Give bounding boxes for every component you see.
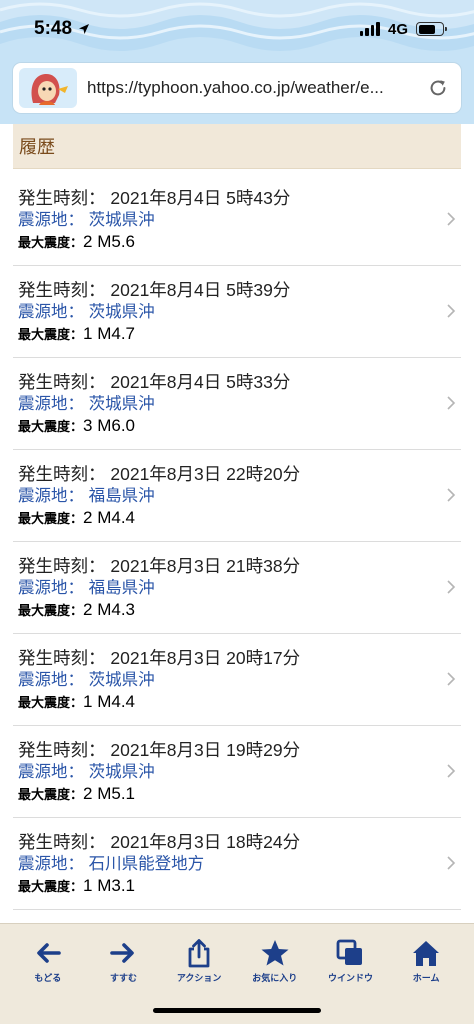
address-bar[interactable]: https://typhoon.yahoo.co.jp/weather/e... <box>13 63 461 113</box>
occurrence-time: 発生時刻： 2021年8月3日 21時38分 <box>18 556 301 576</box>
chevron-right-icon <box>447 764 456 778</box>
list-item[interactable]: 発生時刻： 2021年8月4日 5時39分 震源地： 茨城県沖 最大震度：1 M… <box>13 266 461 358</box>
back-arrow-icon <box>37 943 61 963</box>
status-indicators: 4G <box>359 20 447 38</box>
max-intensity: 最大震度：3 M6.0 <box>18 416 136 435</box>
signal-icon <box>359 22 380 36</box>
epicenter: 震源地： 石川県能登地方 <box>18 855 205 873</box>
epicenter: 震源地： 福島県沖 <box>18 579 155 597</box>
max-intensity: 最大震度：2 M4.4 <box>18 508 136 527</box>
toolbar-back-button[interactable]: もどる <box>13 938 83 984</box>
windows-icon <box>337 939 363 965</box>
list-item[interactable]: 発生時刻： 2021年8月3日 19時29分 震源地： 茨城県沖 最大震度：2 … <box>13 726 461 818</box>
toolbar-bookmarks-button[interactable]: お気に入り <box>240 938 310 984</box>
browser-header: 5:48 4G https://typhoon.yahoo.co.jp/weat… <box>0 0 474 124</box>
clock-text: 5:48 <box>34 18 73 39</box>
toolbar-home-button[interactable]: ホーム <box>391 938 461 984</box>
home-icon <box>413 941 440 966</box>
epicenter: 震源地： 茨城県沖 <box>18 395 155 413</box>
max-intensity: 最大震度：1 M4.7 <box>18 324 136 343</box>
section-header-history: 履歴 <box>13 124 461 169</box>
occurrence-time: 発生時刻： 2021年8月4日 5時39分 <box>18 280 291 300</box>
reload-icon[interactable] <box>427 77 449 99</box>
toolbar-label: すすむ <box>109 973 137 983</box>
forward-arrow-icon <box>110 943 135 963</box>
list-item[interactable]: 発生時刻： 2021年8月3日 18時24分 震源地： 石川県能登地方 最大震度… <box>13 818 461 910</box>
occurrence-time: 発生時刻： 2021年8月4日 5時43分 <box>18 188 291 208</box>
location-arrow-icon <box>79 24 90 34</box>
chevron-right-icon <box>447 580 456 594</box>
chevron-right-icon <box>447 488 456 502</box>
chevron-right-icon <box>447 396 456 410</box>
toolbar-share-button[interactable]: アクション <box>164 938 234 984</box>
status-time: 5:48 <box>34 18 90 40</box>
network-type: 4G <box>387 20 408 38</box>
epicenter: 震源地： 茨城県沖 <box>18 763 155 781</box>
toolbar-label: アクション <box>176 973 222 983</box>
toolbar-windows-button[interactable]: ウインドウ <box>315 938 385 984</box>
list-item[interactable]: 発生時刻： 2021年8月4日 5時33分 震源地： 茨城県沖 最大震度：3 M… <box>13 358 461 450</box>
status-bar: 5:48 4G <box>0 0 474 58</box>
site-favicon-icon <box>19 68 77 108</box>
max-intensity: 最大震度：2 M4.3 <box>18 600 136 619</box>
share-icon <box>188 939 210 968</box>
chevron-right-icon <box>447 856 456 870</box>
epicenter: 震源地： 茨城県沖 <box>18 303 155 321</box>
toolbar-label: お気に入り <box>252 973 298 983</box>
occurrence-time: 発生時刻： 2021年8月4日 5時33分 <box>18 372 291 392</box>
epicenter: 震源地： 茨城県沖 <box>18 211 155 229</box>
url-text[interactable]: https://typhoon.yahoo.co.jp/weather/e... <box>87 78 419 98</box>
occurrence-time: 発生時刻： 2021年8月3日 22時20分 <box>18 464 301 484</box>
epicenter: 震源地： 茨城県沖 <box>18 671 155 689</box>
star-icon <box>261 940 289 966</box>
max-intensity: 最大震度：2 M5.1 <box>18 784 136 803</box>
epicenter: 震源地： 福島県沖 <box>18 487 155 505</box>
max-intensity: 最大震度：2 M5.6 <box>18 232 136 251</box>
battery-icon <box>416 22 447 36</box>
occurrence-time: 発生時刻： 2021年8月3日 18時24分 <box>18 832 301 852</box>
occurrence-time: 発生時刻： 2021年8月3日 20時17分 <box>18 648 301 668</box>
toolbar-label: もどる <box>34 973 62 983</box>
chevron-right-icon <box>447 212 456 226</box>
list-item[interactable]: 発生時刻： 2021年8月3日 20時17分 震源地： 茨城県沖 最大震度：1 … <box>13 634 461 726</box>
chevron-right-icon <box>447 672 456 686</box>
section-title: 履歴 <box>19 137 55 157</box>
list-item[interactable]: 発生時刻： 2021年8月3日 21時38分 震源地： 福島県沖 最大震度：2 … <box>13 542 461 634</box>
list-item[interactable]: 発生時刻： 2021年8月4日 5時43分 震源地： 茨城県沖 最大震度：2 M… <box>13 174 461 266</box>
max-intensity: 最大震度：1 M3.1 <box>18 876 136 895</box>
home-indicator[interactable] <box>153 1008 321 1013</box>
earthquake-list: 発生時刻： 2021年8月4日 5時43分 震源地： 茨城県沖 最大震度：2 M… <box>0 174 474 910</box>
list-item[interactable]: 発生時刻： 2021年8月3日 22時20分 震源地： 福島県沖 最大震度：2 … <box>13 450 461 542</box>
toolbar-label: ウインドウ <box>327 973 373 983</box>
toolbar-label: ホーム <box>412 973 440 983</box>
chevron-right-icon <box>447 304 456 318</box>
toolbar-forward-button[interactable]: すすむ <box>88 938 158 984</box>
occurrence-time: 発生時刻： 2021年8月3日 19時29分 <box>18 740 301 760</box>
max-intensity: 最大震度：1 M4.4 <box>18 692 136 711</box>
